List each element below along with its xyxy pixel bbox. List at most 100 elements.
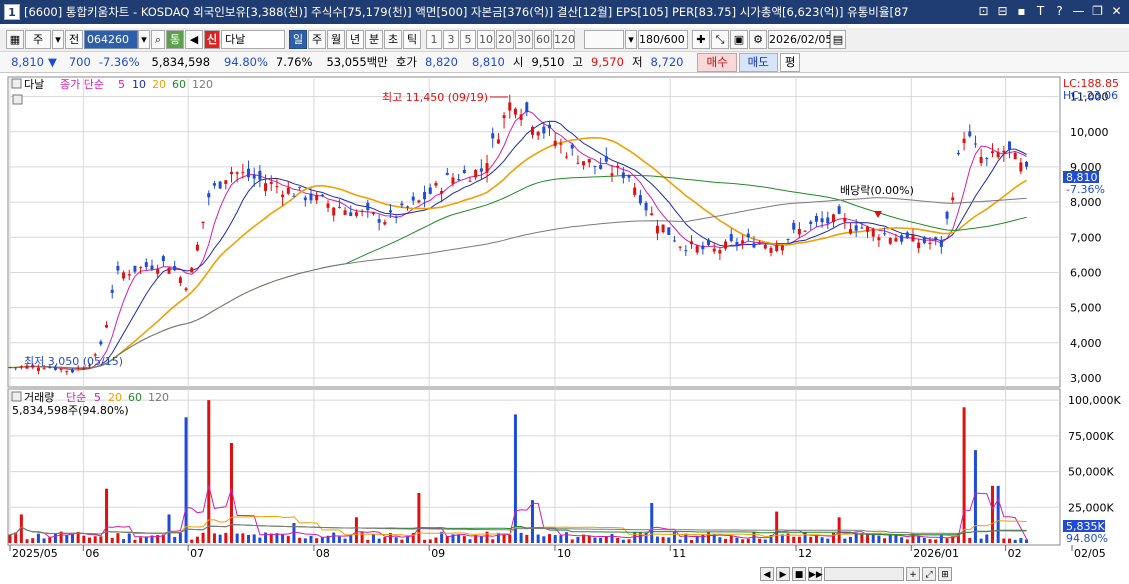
search-icon[interactable]: ⌕ bbox=[151, 30, 165, 49]
scroll-end-icon[interactable]: ▶▶ bbox=[808, 566, 823, 581]
sell-button[interactable]: 매도 bbox=[738, 52, 778, 72]
low-annotation: 최저 3,050 (05/15) bbox=[24, 355, 123, 368]
candle-body bbox=[144, 262, 148, 268]
volume-bar bbox=[173, 536, 177, 543]
zoom-in-icon[interactable]: + bbox=[906, 566, 920, 581]
interval-month-button[interactable]: 월 bbox=[327, 30, 345, 49]
period-select[interactable]: 주 bbox=[25, 30, 51, 49]
volume-bar bbox=[570, 539, 574, 543]
candle-body bbox=[684, 250, 688, 252]
interval-week-button[interactable]: 주 bbox=[308, 30, 326, 49]
minute-120-button[interactable]: 120 bbox=[553, 30, 575, 49]
all-select[interactable]: 전 bbox=[65, 30, 83, 49]
candle-body bbox=[542, 126, 546, 134]
candle-body bbox=[496, 139, 500, 144]
volume-bar bbox=[945, 538, 949, 543]
type-button[interactable]: 통 bbox=[166, 30, 184, 49]
settings-icon[interactable]: ⚙ bbox=[749, 30, 767, 49]
candle-body bbox=[161, 256, 165, 261]
volume-bar bbox=[667, 537, 671, 543]
stock-name-field[interactable]: 다날 bbox=[221, 30, 285, 49]
volume-bar bbox=[406, 536, 410, 543]
minute-10-button[interactable]: 10 bbox=[477, 30, 495, 49]
candle-body bbox=[565, 156, 569, 158]
panel-grid-icon[interactable] bbox=[12, 94, 23, 105]
interval-year-button[interactable]: 년 bbox=[346, 30, 364, 49]
custom-dropdown-icon[interactable]: ▾ bbox=[625, 30, 637, 49]
minimize-button[interactable]: — bbox=[1070, 3, 1087, 20]
minute-30-button[interactable]: 30 bbox=[515, 30, 533, 49]
chart-area[interactable]: 11,00010,0009,0008,0007,0006,0005,0004,0… bbox=[0, 75, 1129, 565]
buy-button[interactable]: 매수 bbox=[697, 52, 737, 72]
candle-body bbox=[474, 169, 478, 178]
save-icon[interactable]: ▣ bbox=[730, 30, 748, 49]
candle-body bbox=[366, 202, 370, 211]
minute-5-button[interactable]: 5 bbox=[460, 30, 476, 49]
candle-body bbox=[604, 156, 608, 162]
minute-3-button[interactable]: 3 bbox=[443, 30, 459, 49]
volume-bar bbox=[934, 539, 938, 543]
volume-bar bbox=[599, 537, 603, 543]
volume-bar bbox=[513, 414, 517, 543]
credit-badge[interactable]: 신 bbox=[204, 30, 220, 49]
price-panel[interactable] bbox=[7, 76, 1061, 388]
scroll-left-icon[interactable]: ◀ bbox=[760, 566, 774, 581]
interval-day-button[interactable]: 일 bbox=[289, 30, 307, 49]
x-tick-label: 11 bbox=[672, 547, 686, 560]
candle-body bbox=[786, 239, 790, 241]
text-icon[interactable]: T bbox=[1032, 3, 1049, 20]
fit-icon[interactable]: ⤢ bbox=[922, 566, 936, 581]
candle-body bbox=[434, 182, 438, 186]
volume-bar bbox=[678, 539, 682, 543]
candle-body bbox=[281, 194, 285, 198]
stamp-icon[interactable]: ▪ bbox=[1013, 3, 1030, 20]
candle-body bbox=[996, 152, 1000, 158]
minute-60-button[interactable]: 60 bbox=[534, 30, 552, 49]
speaker-icon[interactable]: ◀ bbox=[185, 30, 203, 49]
volume-bar bbox=[224, 532, 228, 543]
candle-body bbox=[235, 172, 239, 174]
interval-minute-button[interactable]: 분 bbox=[365, 30, 383, 49]
code-dropdown-icon[interactable]: ▾ bbox=[138, 30, 150, 49]
interval-second-button[interactable]: 초 bbox=[384, 30, 402, 49]
volume-bar bbox=[741, 539, 745, 543]
close-button[interactable]: ✕ bbox=[1108, 3, 1125, 20]
zoom-slider[interactable] bbox=[824, 566, 904, 581]
layout-icon[interactable]: ⊡ bbox=[975, 3, 992, 20]
layout-grid-icon[interactable]: ⊞ bbox=[938, 566, 952, 581]
data-count-field[interactable]: 180/600 bbox=[638, 30, 688, 49]
calendar-icon[interactable]: ▤ bbox=[830, 30, 846, 49]
zoom-icon[interactable]: ⤡ bbox=[711, 30, 729, 49]
volume-panel-menu-icon[interactable] bbox=[11, 391, 22, 402]
stop-icon[interactable]: ■ bbox=[792, 566, 806, 581]
average-button[interactable]: 평 bbox=[779, 52, 801, 72]
volume-bar bbox=[479, 536, 483, 543]
volume-panel[interactable] bbox=[7, 388, 1061, 546]
crosshair-icon[interactable]: ✚ bbox=[692, 30, 710, 49]
candle-body bbox=[59, 368, 63, 370]
volume-bar bbox=[553, 535, 557, 543]
scroll-right-icon[interactable]: ▶ bbox=[776, 566, 790, 581]
hc-label: HC:-23.06 bbox=[1063, 89, 1118, 102]
date-field[interactable]: 2026/02/05 bbox=[768, 30, 832, 49]
custom-interval-input[interactable] bbox=[584, 30, 624, 49]
candle-body bbox=[241, 172, 245, 174]
volume-bar bbox=[303, 538, 307, 543]
maximize-button[interactable]: ❐ bbox=[1089, 3, 1106, 20]
candle-body bbox=[491, 133, 495, 139]
minute-1-button[interactable]: 1 bbox=[426, 30, 442, 49]
stock-code-input[interactable]: 064260 bbox=[84, 30, 138, 49]
volume-bar bbox=[315, 538, 319, 543]
help-icon[interactable]: ? bbox=[1051, 3, 1068, 20]
dropdown-icon[interactable]: ▾ bbox=[52, 30, 64, 49]
candle-body bbox=[445, 172, 449, 175]
grid-icon[interactable]: ▦ bbox=[6, 30, 24, 49]
candle-body bbox=[866, 226, 870, 232]
candle-body bbox=[922, 237, 926, 244]
candle-body bbox=[951, 197, 955, 201]
panel-menu-icon[interactable] bbox=[11, 78, 22, 89]
minute-20-button[interactable]: 20 bbox=[496, 30, 514, 49]
interval-tick-button[interactable]: 틱 bbox=[403, 30, 421, 49]
candle-body bbox=[258, 170, 262, 180]
split-icon[interactable]: ⊟ bbox=[994, 3, 1011, 20]
